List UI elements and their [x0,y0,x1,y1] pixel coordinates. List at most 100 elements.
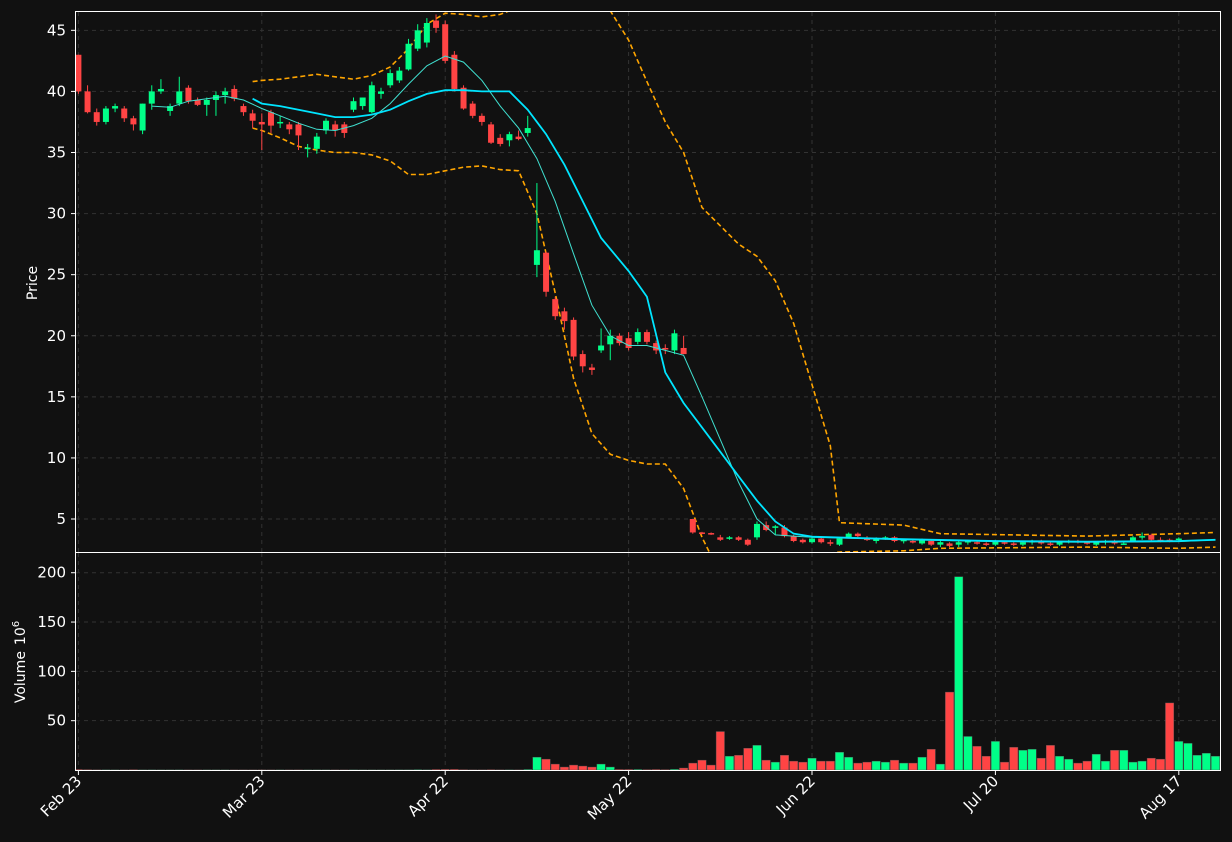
volume-bar [1073,762,1083,770]
candle-body [643,332,650,342]
volume-bar [541,758,551,770]
volume-bar [440,769,450,770]
candle-body [570,319,577,357]
volume-bar [780,755,789,770]
candle-body [139,103,146,131]
volume-bar [770,761,780,770]
volume-bar [890,759,899,770]
candle-body [955,542,962,545]
volume-bar [734,755,744,770]
volume-bar [1091,754,1101,770]
candle-body [689,519,696,533]
price-tick-label: 45 [47,21,66,39]
volume-bar [945,691,954,770]
candle-body [469,103,476,116]
volume-bar [1137,760,1147,770]
candle-body [1047,543,1054,545]
candle-body [946,543,953,546]
volume-bar [972,746,982,770]
volume-bar [688,762,698,770]
candle-body [515,136,522,140]
volume-bar [679,767,689,770]
volume-bar [917,756,927,770]
candle-body [543,252,550,292]
volume-bar [752,745,762,770]
candle-body [396,70,403,81]
candle-body [772,526,779,528]
volume-bar [1009,747,1019,770]
volume-bar [798,761,808,770]
candle-body [185,87,192,102]
candle-body [533,250,540,265]
volume-bar [862,761,872,770]
volume-bar [844,756,854,770]
candle-body [1001,542,1008,544]
candle-body [708,533,715,535]
volume-tick-label: 100 [37,662,66,680]
candle-body [506,134,513,141]
volume-bar [1110,750,1120,770]
price-axis-label: Price [25,266,41,300]
volume-tick-label: 50 [47,712,66,730]
candle-body [258,121,265,125]
candle-body [735,537,742,540]
price-tick-label: 20 [47,327,66,345]
candle-body [148,91,155,104]
volume-bar [1064,758,1074,770]
volume-bar [816,760,826,770]
volume-bar [1082,760,1092,770]
volume-axis-label-text: Volume [13,651,29,703]
volume-bar [1027,749,1037,770]
price-tick-label: 15 [47,388,66,406]
volume-axis-unit-exponent: 6 [11,621,22,627]
candle-body [433,20,440,28]
candle-body [974,542,981,544]
candle-body [818,538,825,543]
volume-axis-unit-base: 10 [13,627,29,645]
candle-body [176,91,183,104]
candle-body [1139,536,1146,538]
volume-bar [1146,757,1156,770]
candle-body [1175,538,1182,541]
volume-bar [1174,741,1184,770]
candle-body [588,367,595,370]
volume-bar [1119,750,1129,770]
volume-tick-label: 150 [37,613,66,631]
candle-body [378,91,385,94]
candle-body [836,538,843,545]
candle-body [524,128,531,133]
volume-bar [605,766,615,770]
volume-bar [1018,750,1028,770]
candle-body [304,147,311,150]
candle-body [671,333,678,351]
candle-body [854,533,861,537]
volume-bar [725,755,734,770]
candle-body [368,85,375,113]
candle-body [130,118,137,125]
volume-bar [1036,757,1046,770]
volume-bar [1128,761,1138,770]
volume-bar [578,765,588,770]
candle-body [827,542,834,544]
price-tick-label: 10 [47,449,66,467]
volume-bar [981,755,991,770]
volume-bar [825,760,835,770]
candle-body [222,91,229,96]
candle-body [561,311,568,322]
candle-body [937,542,944,545]
candle-body [203,99,210,105]
candle-body [1056,542,1063,545]
candle-body [1010,543,1017,545]
candle-body [414,30,421,49]
volume-tick-label: 200 [37,564,66,582]
price-tick-label: 25 [47,266,66,284]
candle-body [295,124,302,136]
candle-body [662,347,669,350]
volume-bar [596,763,606,770]
candle-body [350,101,357,110]
candle-body [84,91,91,113]
candle-body [488,124,495,143]
candle-body [387,73,394,86]
volume-bar [963,736,973,770]
volume-bar [1055,755,1064,770]
